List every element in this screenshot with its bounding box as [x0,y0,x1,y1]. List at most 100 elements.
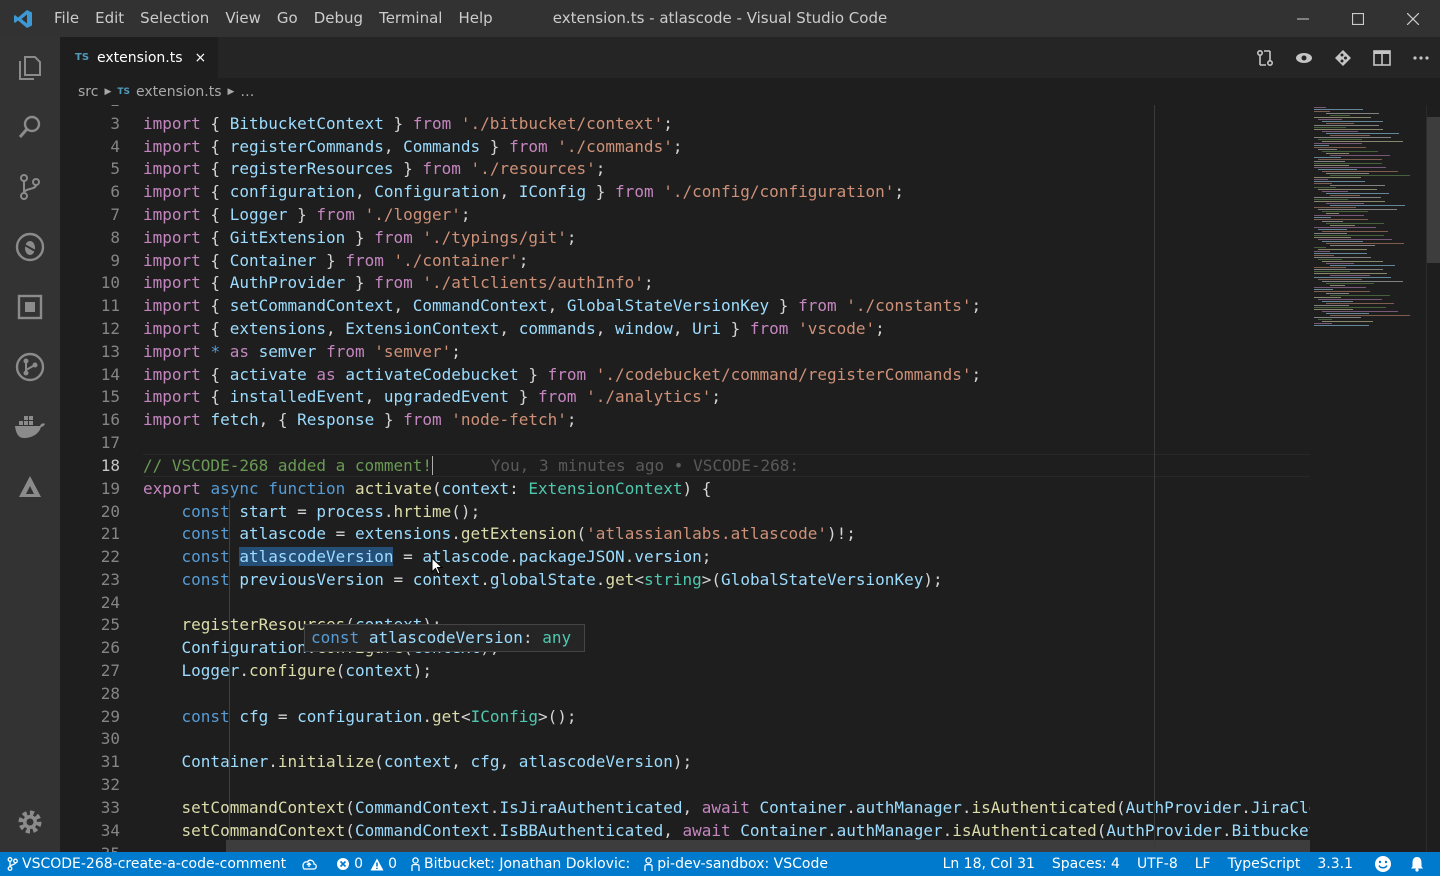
vertical-scrollbar[interactable] [1426,105,1440,852]
line-number: 27 [100,661,120,680]
split-editor-button[interactable] [1362,37,1401,78]
horizontal-scrollbar[interactable] [226,840,1311,852]
minimap-line [1318,209,1397,210]
minimap[interactable] [1310,105,1426,852]
end-of-line[interactable]: LF [1188,852,1221,876]
search-button[interactable] [0,97,60,157]
activity-bar [0,37,60,852]
minimize-button[interactable] [1275,0,1330,37]
open-on-remote-button[interactable] [1323,37,1362,78]
tab-extension-ts[interactable]: TS extension.ts × [60,37,218,78]
breadcrumb-symbol[interactable]: … [240,84,254,100]
code-line: Container.initialize(context, cfg, atlas… [181,752,693,771]
file-encoding[interactable]: UTF-8 [1130,852,1188,876]
code-line: import fetch, { Response } from 'node-fe… [143,410,577,429]
menu-view[interactable]: View [217,0,269,37]
gitlens-button[interactable] [0,337,60,397]
minimap-line [1314,183,1332,184]
explorer-button[interactable] [0,37,60,97]
hover-type: any [542,628,572,647]
minimap-line [1314,127,1346,128]
minimap-preview [1314,107,1410,326]
branch-name: VSCODE-268-create-a-code-comment [22,856,287,872]
breadcrumb-folder[interactable]: src [78,84,98,100]
line-number: 34 [100,821,120,840]
notifications-button[interactable] [1403,852,1440,876]
menu-selection[interactable]: Selection [132,0,217,37]
menu-bar: File Edit Selection View Go Debug Termin… [46,0,501,37]
gitlens-icon [15,352,45,382]
minimap-line [1322,301,1353,302]
open-changes-button[interactable] [1245,37,1284,78]
minimap-line [1330,135,1370,136]
minimap-line [1318,189,1377,190]
tab-label: extension.ts [97,49,183,66]
breadcrumb-file[interactable]: extension.ts [136,84,221,100]
more-actions-button[interactable] [1401,37,1440,78]
line-number: 22 [100,547,120,566]
menu-debug[interactable]: Debug [306,0,371,37]
docker-icon [15,416,45,438]
code-editor[interactable]: 2345678910111213141516171819202122232425… [60,105,1440,852]
docker-button[interactable] [0,397,60,457]
maximize-button[interactable] [1330,0,1385,37]
code-line: import { installedEvent, upgradedEvent }… [143,387,722,406]
bitbucket-status[interactable]: Bitbucket: Jonathan Doklovic: [404,852,637,876]
line-number: 12 [100,319,120,338]
error-icon [337,858,350,870]
line-number: 15 [100,387,120,406]
sync-button[interactable] [293,852,329,876]
source-control-button[interactable] [0,157,60,217]
language-mode[interactable]: TypeScript [1221,852,1311,876]
indentation[interactable]: Spaces: 4 [1045,852,1130,876]
chevron-right-icon: ▶ [227,86,235,97]
minimap-line [1314,253,1367,254]
error-count: 0 [354,856,364,872]
jira-site-status[interactable]: pi-dev-sandbox: VSCode [637,852,835,876]
minimize-icon [1296,18,1309,19]
cursor-position[interactable]: Ln 18, Col 31 [936,852,1045,876]
line-number: 23 [100,570,120,589]
manage-button[interactable] [0,792,60,852]
atlassian-button[interactable] [0,457,60,517]
scrollbar-thumb[interactable] [1427,117,1440,263]
menu-edit[interactable]: Edit [87,0,132,37]
close-window-button[interactable] [1385,0,1440,37]
line-number: 20 [100,502,120,521]
scrollbar-thumb[interactable] [226,840,1311,852]
menu-help[interactable]: Help [450,0,500,37]
debug-button[interactable] [0,217,60,277]
tab-close-button[interactable]: × [195,50,207,66]
line-number: 10 [100,273,120,292]
line-number: 32 [100,775,120,794]
minimap-line [1326,123,1354,124]
menu-file[interactable]: File [46,0,87,37]
menu-go[interactable]: Go [269,0,306,37]
atlassian-icon [19,476,41,497]
status-bar: VSCODE-268-create-a-code-comment 0 0 Bit… [0,852,1440,876]
feedback-button[interactable] [1367,852,1403,876]
minimap-line [1314,291,1370,292]
status-bar-right: Ln 18, Col 31 Spaces: 4 UTF-8 LF TypeScr… [936,852,1440,876]
branch-status[interactable]: VSCODE-268-create-a-code-comment [0,852,293,876]
editor-ruler [1154,105,1155,852]
minimap-line [1326,173,1369,174]
minimap-line [1314,325,1369,326]
minimap-line [1326,213,1339,214]
hover-symbol: atlascodeVersion [368,628,523,647]
minimap-line [1314,269,1383,270]
minimap-line [1330,245,1375,246]
problems-status[interactable]: 0 0 [329,852,404,876]
toggle-blame-button[interactable] [1284,37,1323,78]
line-number: 35 [60,842,120,852]
mouse-pointer-icon [431,557,443,575]
typescript-version[interactable]: 3.3.1 [1310,852,1367,876]
code-line: import { extensions, ExtensionContext, c… [143,319,885,338]
extensions-button[interactable] [0,277,60,337]
menu-terminal[interactable]: Terminal [371,0,450,37]
line-number: 16 [100,410,120,429]
code-area[interactable]: import { BitbucketContext } from './bitb… [143,105,1311,852]
minimap-line [1326,293,1349,294]
minimap-line [1330,195,1360,196]
